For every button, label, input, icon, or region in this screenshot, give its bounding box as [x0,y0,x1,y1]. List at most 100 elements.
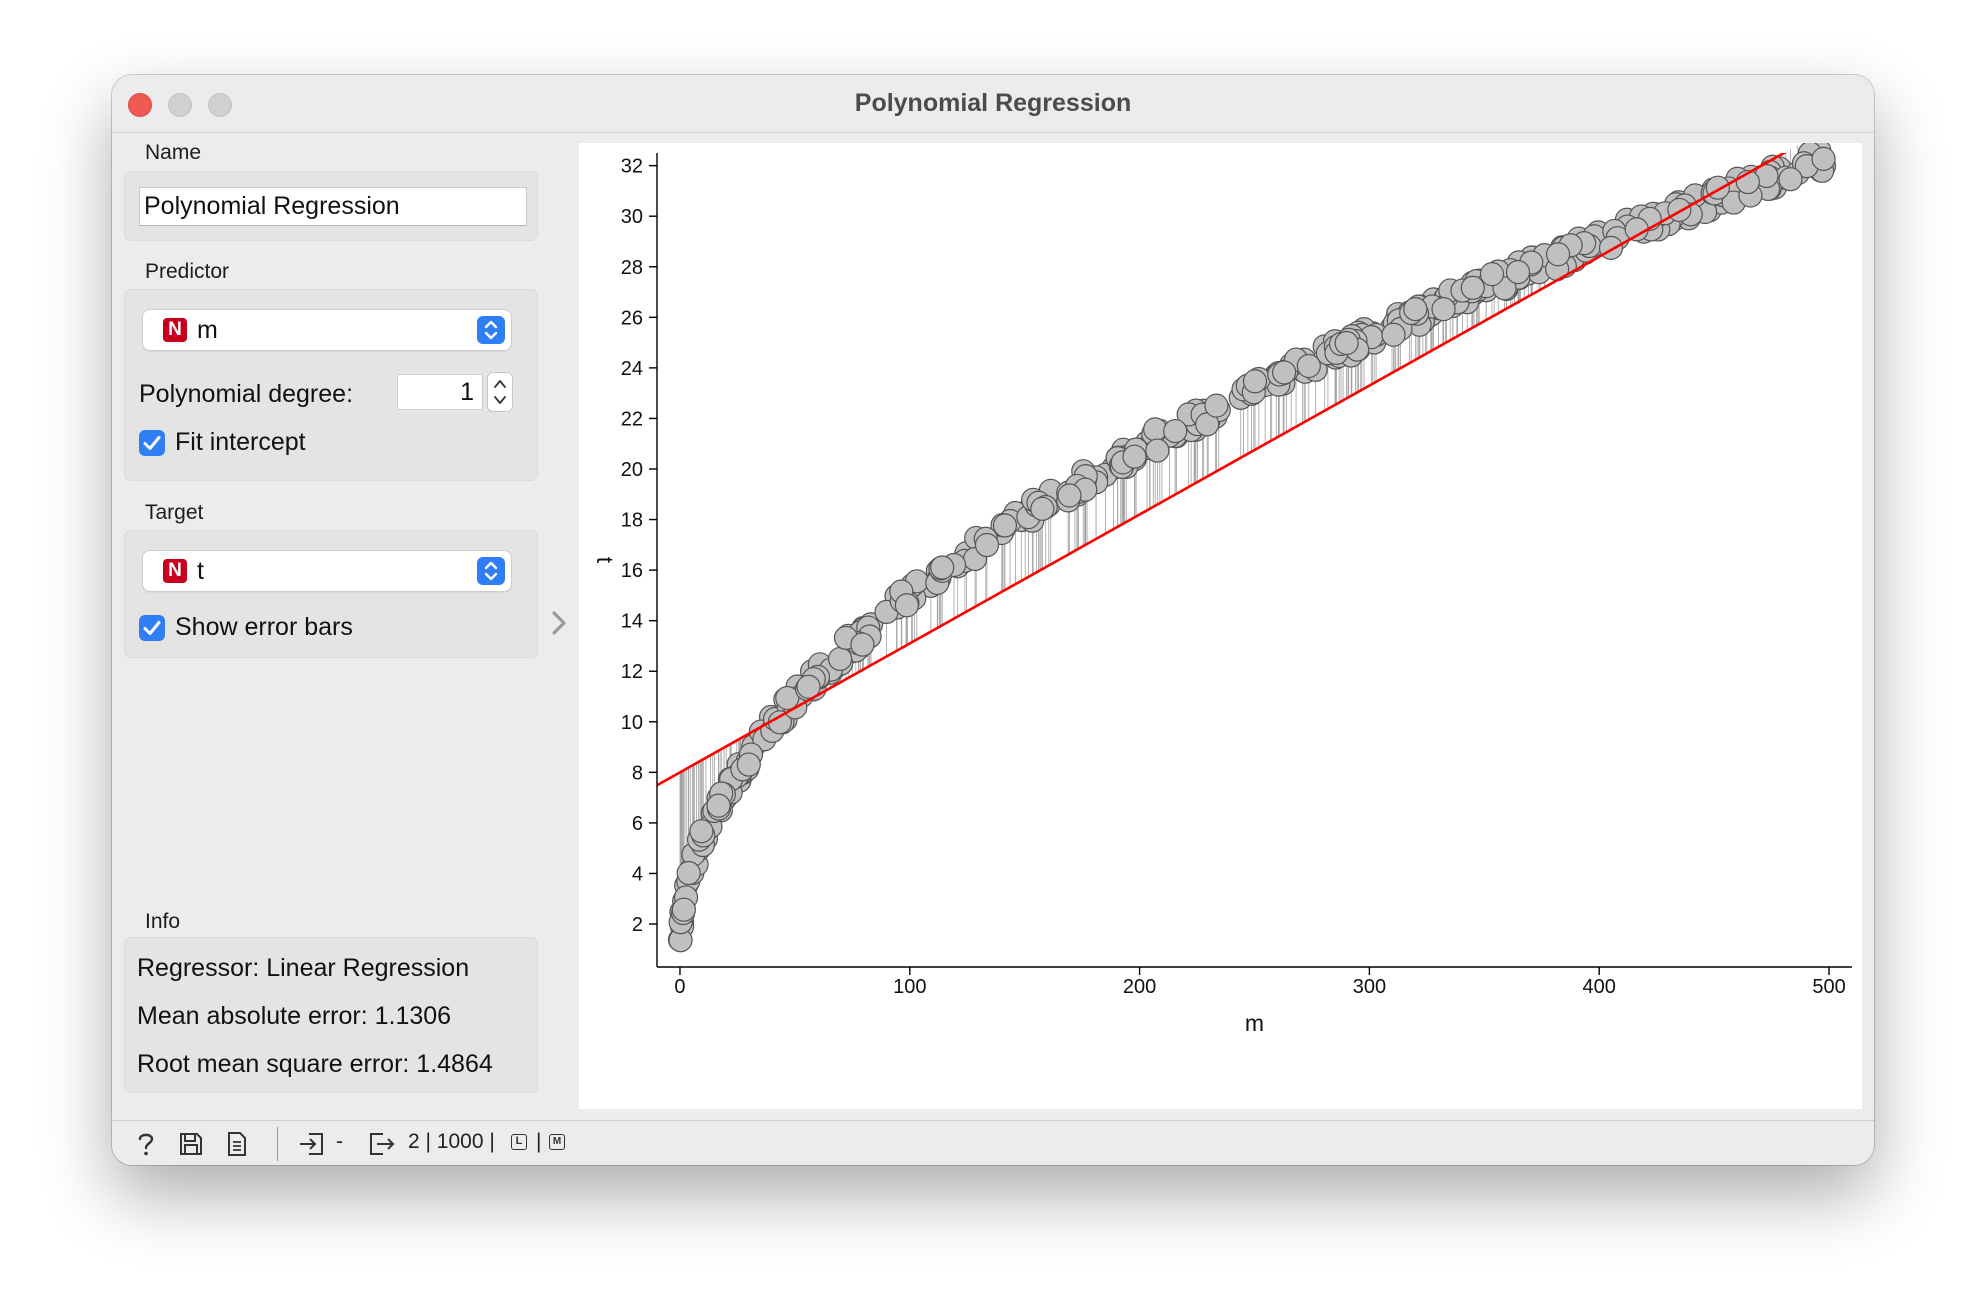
data-point [992,513,1018,538]
data-point [736,752,761,777]
badge-m[interactable]: M [549,1134,565,1150]
y-tick-label: 4 [632,863,643,885]
window-title: Polynomial Regression [854,89,1132,117]
data-point [1479,262,1505,287]
x-tick-label: 200 [1123,976,1156,998]
info-rmse: Root mean square error: 1.4864 [137,1050,493,1078]
predictor-section-label: Predictor [145,260,230,283]
x-tick-label: 500 [1812,976,1845,998]
y-tick-label: 20 [621,459,643,481]
data-point [1381,322,1406,347]
input-icon[interactable] [298,1130,326,1163]
data-point [706,793,731,818]
title-bar: Polynomial Regression [112,75,1874,133]
data-point [1624,217,1649,242]
numeric-type-icon: N [163,559,187,583]
y-tick-label: 12 [621,661,643,683]
show-error-bars-checkbox[interactable] [139,615,165,641]
target-box: N t Show error bars [124,530,538,658]
output-icon[interactable] [368,1130,396,1163]
data-point [1505,260,1531,285]
x-tick-label: 100 [893,976,926,998]
status-divider [277,1127,278,1161]
data-point [1030,496,1055,521]
y-tick-label: 28 [621,257,643,279]
name-field[interactable]: Polynomial Regression [139,187,527,226]
regression-chart[interactable]: 0 100 200 300 400 500246810121416182022242628… [579,130,1862,1109]
y-tick-label: 10 [621,712,643,734]
y-tick-label: 26 [621,307,643,329]
data-point [930,555,955,580]
y-tick-label: 24 [621,358,643,380]
y-tick-label: 18 [621,510,643,532]
target-combo[interactable]: N t [143,551,511,591]
info-regressor: Regressor: Linear Regression [137,954,470,982]
y-axis-label: t [592,557,618,564]
name-box: Polynomial Regression [124,171,538,241]
updown-chevron-icon [477,557,505,585]
fit-intercept-checkbox[interactable] [139,430,165,456]
data-point [850,632,875,657]
report-icon[interactable] [225,1130,249,1163]
data-point [1272,360,1297,385]
data-point [1057,483,1082,508]
app-window: Polynomial Regression Name Polynomial Re… [112,75,1874,1165]
y-tick-label: 8 [632,762,643,784]
data-point [671,897,696,922]
y-tick-label: 32 [621,156,643,178]
plot-area[interactable]: 0 100 200 300 400 500 2 4 6 8 10 12 14 16 18 20 22 24 26 28… [579,130,1862,1109]
fit-intercept-label: Fit intercept [175,428,306,456]
polynomial-degree-stepper[interactable] [487,372,513,412]
target-section-label: Target [145,501,204,524]
polynomial-degree-label: Polynomial degree: [139,380,354,408]
input-summary: - [336,1130,343,1153]
regression-line [657,153,1787,787]
data-point [1296,353,1321,379]
data-point [1143,417,1168,442]
x-tick-label: 300 [1353,976,1386,998]
name-section-label: Name [145,141,202,164]
info-box: Regressor: Linear Regression Mean absolu… [124,937,538,1093]
y-tick-label: 14 [621,611,643,633]
x-tick-label: 400 [1583,976,1616,998]
predictor-value: m [197,316,218,344]
data-point [1334,330,1359,356]
data-point [1545,242,1571,267]
y-tick-label: 6 [632,813,643,835]
target-value: t [197,557,204,585]
x-axis-label: m [1245,1010,1264,1036]
data-point [1163,418,1188,444]
y-tick-label: 22 [621,408,643,430]
output-summary: 2 | 1000 | [408,1130,495,1153]
data-point [1460,275,1485,300]
data-point [1667,197,1692,223]
data-point [1403,296,1428,322]
data-point [676,860,701,886]
data-point [1204,393,1229,418]
show-error-bars-label: Show error bars [175,613,353,641]
data-point [1778,167,1803,192]
data-point [1122,444,1147,469]
info-mae: Mean absolute error: 1.1306 [137,1002,452,1030]
updown-chevron-icon [477,316,505,344]
save-icon[interactable] [178,1130,204,1163]
x-tick-label: 0 [674,976,685,998]
data-point [1811,146,1836,171]
collapse-panel-chevron-icon[interactable] [547,608,571,638]
y-tick-label: 2 [632,914,643,936]
data-point [689,819,714,844]
data-point [1242,369,1268,394]
data-point [894,593,919,618]
info-section-label: Info [145,910,181,933]
data-point [827,646,853,672]
badge-l[interactable]: L [511,1134,527,1150]
y-tick-label: 16 [621,560,643,582]
y-tick-label: 30 [621,206,643,228]
predictor-combo[interactable]: N m [143,310,511,350]
help-icon[interactable] [134,1130,158,1163]
polynomial-degree-input[interactable]: 1 [397,374,483,410]
data-point [974,532,1000,558]
numeric-type-icon: N [163,318,187,342]
data-point [1145,438,1170,463]
status-separator: | [536,1130,542,1153]
